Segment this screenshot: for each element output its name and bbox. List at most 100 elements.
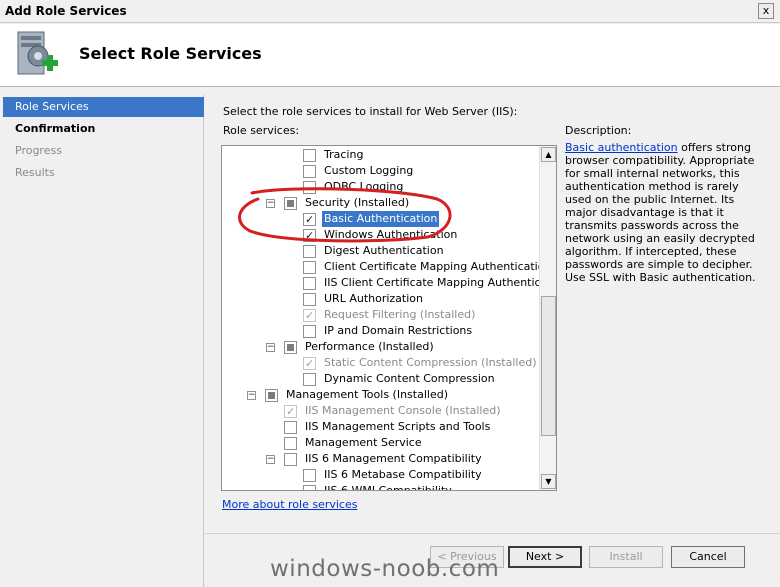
tree-row[interactable]: Request Filtering (Installed) <box>303 307 540 324</box>
more-about-role-services-link[interactable]: More about role services <box>222 498 357 511</box>
tree-checkbox[interactable] <box>303 293 316 306</box>
description-label: Description: <box>565 124 632 137</box>
tree-row[interactable]: Basic Authentication <box>303 211 540 228</box>
sidebar-item-confirmation[interactable]: Confirmation <box>3 119 204 139</box>
tree-row-label: Client Certificate Mapping Authenticatio… <box>324 260 540 273</box>
tree-row[interactable]: Tracing <box>303 147 540 163</box>
tree-checkbox[interactable] <box>303 469 316 482</box>
title-bar: Add Role Services x <box>0 0 780 23</box>
tree-row[interactable]: − Performance (Installed) <box>266 339 540 355</box>
tree-row[interactable]: IIS Client Certificate Mapping Authentic… <box>303 275 540 291</box>
tree-row-label: IIS Management Scripts and Tools <box>305 420 491 433</box>
cancel-button[interactable]: Cancel <box>671 546 745 568</box>
tree-checkbox[interactable] <box>303 181 316 194</box>
tree-row[interactable]: ODBC Logging <box>303 179 540 195</box>
tree-row-label: Request Filtering (Installed) <box>324 308 476 321</box>
tree-checkbox[interactable] <box>284 453 297 466</box>
tree-checkbox <box>284 404 297 420</box>
tree-row[interactable]: Digest Authentication <box>303 243 540 259</box>
tree-checkbox[interactable] <box>265 389 278 402</box>
tree-row-label: IIS 6 Management Compatibility <box>305 452 482 465</box>
collapse-icon[interactable]: − <box>266 343 275 352</box>
tree-checkbox <box>303 308 316 324</box>
tree-checkbox[interactable] <box>303 245 316 258</box>
tree-row[interactable]: URL Authorization <box>303 291 540 307</box>
tree-checkbox[interactable] <box>284 421 297 434</box>
tree-checkbox[interactable] <box>303 261 316 274</box>
tree-checkbox[interactable] <box>303 325 316 338</box>
tree-row-label: Windows Authentication <box>324 228 458 241</box>
tree-checkbox[interactable] <box>303 165 316 178</box>
role-services-tree[interactable]: Tracing Custom Logging ODBC Logging − Securi… <box>221 145 557 491</box>
tree-row-label: Management Service <box>305 436 422 449</box>
next-button[interactable]: Next > <box>508 546 582 568</box>
tree-row-label: Performance (Installed) <box>305 340 434 353</box>
tree-row-label: Management Tools (Installed) <box>286 388 448 401</box>
tree-row[interactable]: Custom Logging <box>303 163 540 179</box>
sidebar-item-results: Results <box>15 166 55 179</box>
tree-checkbox[interactable] <box>303 228 316 244</box>
tree-checkbox[interactable] <box>284 437 297 450</box>
description-text: Basic authentication offers strong brows… <box>565 141 765 284</box>
scroll-up-icon[interactable]: ▲ <box>541 147 556 162</box>
close-button[interactable]: x <box>758 3 774 19</box>
tree-row[interactable]: IIS 6 Metabase Compatibility <box>303 467 540 483</box>
tree-checkbox[interactable] <box>303 373 316 386</box>
scrollbar-thumb[interactable] <box>541 296 556 436</box>
tree-row-label: IIS 6 Metabase Compatibility <box>324 468 482 481</box>
tree-checkbox[interactable] <box>303 149 316 162</box>
scroll-down-icon[interactable]: ▼ <box>541 474 556 489</box>
tree-row-label: IIS Client Certificate Mapping Authentic… <box>324 276 540 289</box>
wizard-sidebar: Role Services Confirmation Progress Resu… <box>3 95 204 587</box>
tree-row-label: IIS 6 WMI Compatibility <box>322 483 454 490</box>
tree-row-label: ODBC Logging <box>324 180 404 193</box>
collapse-icon[interactable]: − <box>247 391 256 400</box>
tree-checkbox <box>303 356 316 372</box>
footer-divider <box>205 533 780 534</box>
page-title: Select Role Services <box>79 44 262 63</box>
instruction-text: Select the role services to install for … <box>223 105 518 118</box>
tree-row-label: Static Content Compression (Installed) <box>324 356 537 369</box>
tree-row[interactable]: Static Content Compression (Installed) <box>303 355 540 372</box>
tree-row-label: IIS Management Console (Installed) <box>305 404 501 417</box>
tree-row[interactable]: IIS Management Scripts and Tools <box>284 419 540 435</box>
tree-row-label: Digest Authentication <box>324 244 444 257</box>
role-services-label: Role services: <box>223 124 300 137</box>
tree-row-label: Tracing <box>324 148 364 161</box>
tree-row-label: Dynamic Content Compression <box>324 372 495 385</box>
tree-row-label: Custom Logging <box>324 164 414 177</box>
tree-row[interactable]: − IIS 6 Management Compatibility <box>266 451 540 467</box>
install-button[interactable]: Install <box>589 546 663 568</box>
tree-checkbox[interactable] <box>303 485 316 490</box>
tree-row-label: Security (Installed) <box>305 196 410 209</box>
collapse-icon[interactable]: − <box>266 455 275 464</box>
tree-row[interactable]: Dynamic Content Compression <box>303 371 540 387</box>
tree-row[interactable]: − Security (Installed) <box>266 195 540 211</box>
main-content: Select the role services to install for … <box>205 88 780 587</box>
server-roles-add-icon <box>17 31 58 75</box>
tree-row[interactable]: IIS 6 WMI Compatibility <box>303 483 540 490</box>
tree-row-label: IP and Domain Restrictions <box>324 324 473 337</box>
window-title: Add Role Services <box>5 4 127 18</box>
vertical-scrollbar[interactable]: ▲ ▼ <box>539 146 556 490</box>
description-body: offers strong browser compatibility. App… <box>565 141 756 284</box>
tree-row[interactable]: IIS Management Console (Installed) <box>284 403 540 420</box>
tree-row-label: Basic Authentication <box>322 211 440 227</box>
basic-authentication-link[interactable]: Basic authentication <box>565 141 678 154</box>
tree-row[interactable]: Windows Authentication <box>303 227 540 244</box>
tree-checkbox[interactable] <box>303 212 316 228</box>
tree-checkbox[interactable] <box>303 277 316 290</box>
collapse-icon[interactable]: − <box>266 199 275 208</box>
wizard-header: Select Role Services <box>0 24 780 87</box>
tree-checkbox[interactable] <box>284 341 297 354</box>
watermark-text: windows-noob.com <box>270 556 500 582</box>
tree-row-label: URL Authorization <box>324 292 423 305</box>
sidebar-item-role-services[interactable]: Role Services <box>3 97 204 117</box>
tree-row[interactable]: Client Certificate Mapping Authenticatio… <box>303 259 540 275</box>
tree-checkbox[interactable] <box>284 197 297 210</box>
tree-row[interactable]: Management Service <box>284 435 540 451</box>
tree-rows: Tracing Custom Logging ODBC Logging − Securi… <box>222 146 540 490</box>
tree-row[interactable]: − Management Tools (Installed) <box>247 387 540 403</box>
sidebar-item-progress: Progress <box>15 144 62 157</box>
tree-row[interactable]: IP and Domain Restrictions <box>303 323 540 339</box>
